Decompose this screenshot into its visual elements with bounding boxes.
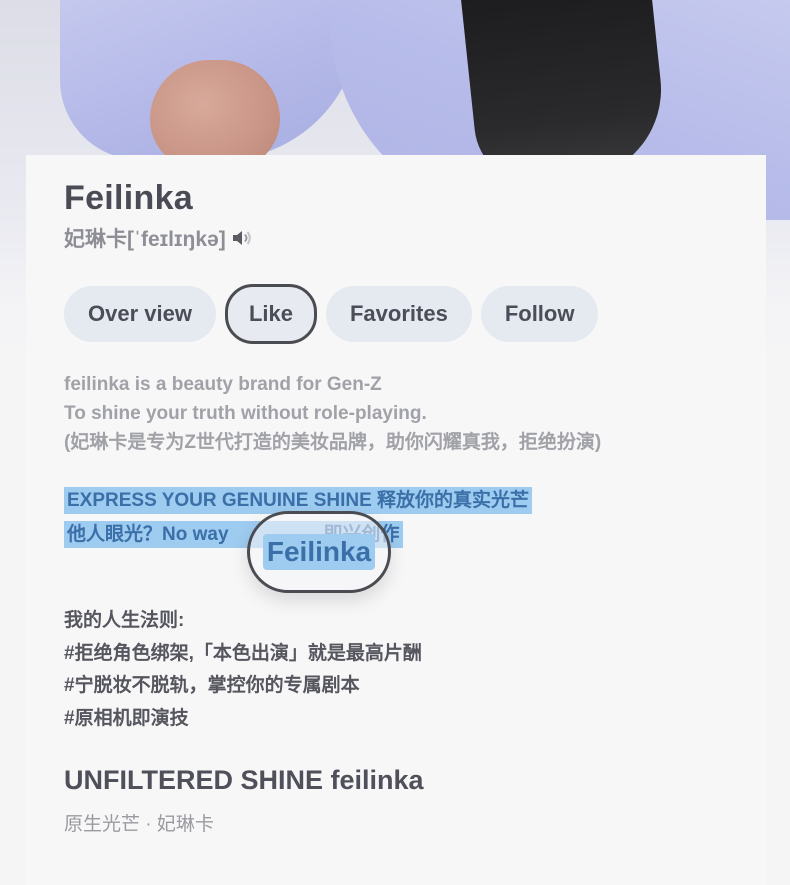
magnifier-text: Feilinka [262,534,376,570]
brand-title: Feilinka [64,179,194,217]
brand-pronunciation: 妃琳卡[ˈfeɪlɪŋkə] [64,223,254,253]
rule-item: #拒绝角色绑架,「本色出演」就是最高片酬 [64,642,422,664]
brand-pronunciation-text: 妃琳卡[ˈfeɪlɪŋkə] [64,228,226,251]
life-rules: 我的人生法则: #拒绝角色绑架,「本色出演」就是最高片酬 #宁脱妆不脱轨，掌控你… [64,605,422,735]
tab-follow[interactable]: Follow [480,286,599,342]
hero-skin [150,60,280,170]
tab-favorites[interactable]: Favorites [325,286,472,342]
tab-bar: Over view Like Favorites Follow [64,284,599,344]
tab-overview[interactable]: Over view [64,286,216,342]
footer-subtitle: 原生光芒 · 妃琳卡 [64,814,214,835]
profile-card: Feilinka 妃琳卡[ˈfeɪlɪŋkə] Over view Like F… [26,155,766,885]
selected-text-line-1[interactable]: EXPRESS YOUR GENUINE SHINE 释放你的真实光芒 [64,487,533,514]
tab-like[interactable]: Like [224,284,317,344]
description-line-3: (妃琳卡是专为Z世代打造的美妆品牌，助你闪耀真我，拒绝扮演) [64,432,602,453]
description-line-1: feilinka is a beauty brand for Gen-Z [64,374,382,395]
rule-item: #原相机即演技 [64,707,189,729]
rule-item: #宁脱妆不脱轨，掌控你的专属剧本 [64,675,360,696]
brand-description: feilinka is a beauty brand for Gen-Z To … [64,370,601,457]
description-line-2: To shine your truth without role-playing… [64,403,427,424]
speaker-icon[interactable] [230,226,254,250]
magnifier-bubble[interactable]: Feilinka [247,511,391,593]
rules-heading: 我的人生法则: [64,610,185,631]
footer-title: UNFILTERED SHINE feilinka [64,765,424,795]
